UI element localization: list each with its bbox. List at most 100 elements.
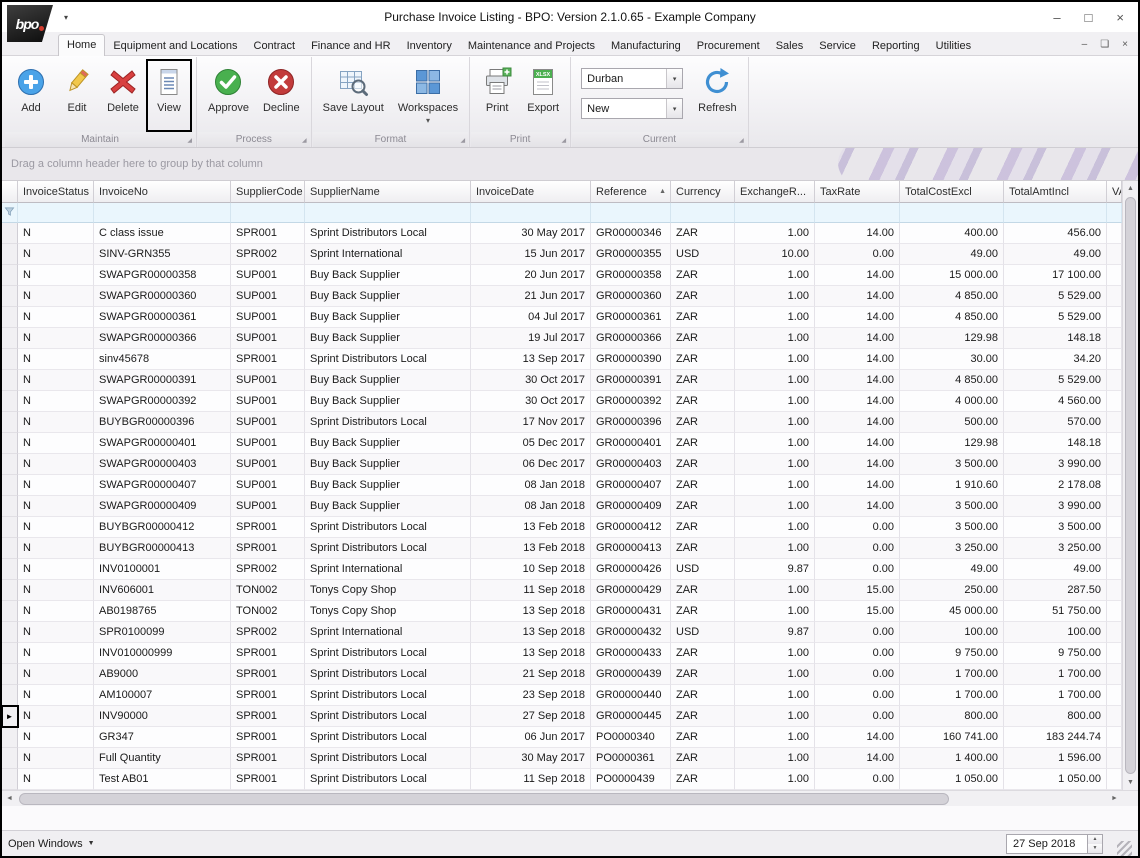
cell-totalcostexcl[interactable]: 129.98 — [900, 328, 1004, 349]
tab-contract[interactable]: Contract — [246, 36, 304, 55]
horizontal-scrollbar-thumb[interactable] — [19, 793, 949, 805]
cell-totalamtincl[interactable]: 17 100.00 — [1004, 265, 1107, 286]
dialog-launcher-icon[interactable]: ◢ — [739, 137, 744, 144]
table-row[interactable]: NAB9000SPR001Sprint Distributors Local21… — [2, 664, 1122, 685]
cell-suppliername[interactable]: Buy Back Supplier — [305, 475, 471, 496]
cell-invoiceno[interactable]: SWAPGR00000407 — [94, 475, 231, 496]
cell-invoiceno[interactable]: AM100007 — [94, 685, 231, 706]
dialog-launcher-icon[interactable]: ◢ — [302, 137, 307, 144]
cell-exchangerate[interactable]: 1.00 — [735, 370, 815, 391]
cell-invoiceno[interactable]: SINV-GRN355 — [94, 244, 231, 265]
cell-invoicedate[interactable]: 11 Sep 2018 — [471, 769, 591, 790]
row-indicator[interactable] — [2, 685, 18, 706]
workspaces-button[interactable]: Workspaces ▾ — [391, 59, 465, 132]
table-row[interactable]: NBUYBGR00000413SPR001Sprint Distributors… — [2, 538, 1122, 559]
cell-currency[interactable]: ZAR — [671, 748, 735, 769]
dialog-launcher-icon[interactable]: ◢ — [562, 137, 567, 144]
cell-totalamtincl[interactable]: 3 990.00 — [1004, 496, 1107, 517]
cell-vat[interactable] — [1107, 517, 1122, 538]
cell-reference[interactable]: PO0000340 — [591, 727, 671, 748]
cell-taxrate[interactable]: 0.00 — [815, 664, 900, 685]
table-row[interactable]: NC class issueSPR001Sprint Distributors … — [2, 223, 1122, 244]
table-row[interactable]: NSWAPGR00000358SUP001Buy Back Supplier20… — [2, 265, 1122, 286]
cell-taxrate[interactable]: 0.00 — [815, 559, 900, 580]
cell-invoiceno[interactable]: SWAPGR00000403 — [94, 454, 231, 475]
cell-currency[interactable]: ZAR — [671, 370, 735, 391]
minimize-button[interactable]: – — [1053, 11, 1060, 24]
cell-vat[interactable] — [1107, 580, 1122, 601]
cell-vat[interactable] — [1107, 727, 1122, 748]
cell-totalcostexcl[interactable]: 3 500.00 — [900, 517, 1004, 538]
cell-exchangerate[interactable]: 1.00 — [735, 517, 815, 538]
cell-suppliercode[interactable]: SUP001 — [231, 496, 305, 517]
cell-invoicedate[interactable]: 06 Dec 2017 — [471, 454, 591, 475]
cell-suppliercode[interactable]: SUP001 — [231, 454, 305, 475]
cell-currency[interactable]: USD — [671, 244, 735, 265]
cell-invoicestatus[interactable]: N — [18, 349, 94, 370]
cell-currency[interactable]: ZAR — [671, 601, 735, 622]
cell-currency[interactable]: ZAR — [671, 433, 735, 454]
column-header-exchangerate[interactable]: ExchangeR... — [735, 181, 815, 203]
cell-suppliercode[interactable]: SPR001 — [231, 517, 305, 538]
cell-totalcostexcl[interactable]: 3 250.00 — [900, 538, 1004, 559]
cell-vat[interactable] — [1107, 244, 1122, 265]
cell-taxrate[interactable]: 14.00 — [815, 748, 900, 769]
cell-invoicestatus[interactable]: N — [18, 328, 94, 349]
cell-exchangerate[interactable]: 1.00 — [735, 349, 815, 370]
cell-suppliername[interactable]: Sprint Distributors Local — [305, 643, 471, 664]
cell-suppliercode[interactable]: SPR001 — [231, 538, 305, 559]
filter-cell-invoicedate[interactable] — [471, 203, 591, 223]
cell-taxrate[interactable]: 0.00 — [815, 244, 900, 265]
cell-totalamtincl[interactable]: 1 596.00 — [1004, 748, 1107, 769]
filter-cell-exchangerate[interactable] — [735, 203, 815, 223]
cell-reference[interactable]: GR00000401 — [591, 433, 671, 454]
cell-taxrate[interactable]: 14.00 — [815, 370, 900, 391]
cell-exchangerate[interactable]: 1.00 — [735, 643, 815, 664]
row-indicator[interactable] — [2, 223, 18, 244]
cell-totalamtincl[interactable]: 570.00 — [1004, 412, 1107, 433]
filter-cell-vat[interactable] — [1107, 203, 1122, 223]
cell-invoicestatus[interactable]: N — [18, 622, 94, 643]
table-row[interactable]: Nsinv45678SPR001Sprint Distributors Loca… — [2, 349, 1122, 370]
table-row[interactable]: NSWAPGR00000391SUP001Buy Back Supplier30… — [2, 370, 1122, 391]
cell-currency[interactable]: ZAR — [671, 727, 735, 748]
cell-vat[interactable] — [1107, 496, 1122, 517]
cell-invoicedate[interactable]: 11 Sep 2018 — [471, 580, 591, 601]
scroll-down-icon[interactable]: ▼ — [1123, 775, 1138, 790]
cell-exchangerate[interactable]: 1.00 — [735, 412, 815, 433]
cell-vat[interactable] — [1107, 265, 1122, 286]
cell-invoicedate[interactable]: 13 Feb 2018 — [471, 538, 591, 559]
cell-totalamtincl[interactable]: 3 990.00 — [1004, 454, 1107, 475]
cell-totalamtincl[interactable]: 49.00 — [1004, 559, 1107, 580]
cell-reference[interactable]: GR00000346 — [591, 223, 671, 244]
cell-reference[interactable]: GR00000358 — [591, 265, 671, 286]
cell-currency[interactable]: ZAR — [671, 286, 735, 307]
close-button[interactable]: × — [1116, 11, 1124, 24]
cell-suppliercode[interactable]: SUP001 — [231, 307, 305, 328]
cell-invoicedate[interactable]: 06 Jun 2017 — [471, 727, 591, 748]
filter-cell-suppliername[interactable] — [305, 203, 471, 223]
cell-invoicestatus[interactable]: N — [18, 538, 94, 559]
horizontal-scrollbar[interactable]: ◄ ► — [2, 790, 1138, 806]
cell-suppliercode[interactable]: SPR001 — [231, 643, 305, 664]
cell-totalcostexcl[interactable]: 400.00 — [900, 223, 1004, 244]
quick-access-caret-icon[interactable]: ▾ — [64, 13, 68, 22]
cell-invoicestatus[interactable]: N — [18, 391, 94, 412]
cell-currency[interactable]: ZAR — [671, 412, 735, 433]
cell-suppliername[interactable]: Sprint Distributors Local — [305, 349, 471, 370]
cell-currency[interactable]: ZAR — [671, 223, 735, 244]
cell-invoiceno[interactable]: SWAPGR00000391 — [94, 370, 231, 391]
cell-invoicedate[interactable]: 08 Jan 2018 — [471, 496, 591, 517]
cell-totalcostexcl[interactable]: 3 500.00 — [900, 496, 1004, 517]
cell-taxrate[interactable]: 14.00 — [815, 265, 900, 286]
cell-taxrate[interactable]: 14.00 — [815, 727, 900, 748]
column-header-invoicestatus[interactable]: InvoiceStatus — [18, 181, 94, 203]
cell-totalamtincl[interactable]: 148.18 — [1004, 433, 1107, 454]
filter-cell-totalcostexcl[interactable] — [900, 203, 1004, 223]
cell-invoicestatus[interactable]: N — [18, 664, 94, 685]
cell-taxrate[interactable]: 0.00 — [815, 622, 900, 643]
cell-vat[interactable] — [1107, 223, 1122, 244]
cell-exchangerate[interactable]: 1.00 — [735, 433, 815, 454]
cell-suppliercode[interactable]: SUP001 — [231, 391, 305, 412]
cell-invoiceno[interactable]: SWAPGR00000366 — [94, 328, 231, 349]
